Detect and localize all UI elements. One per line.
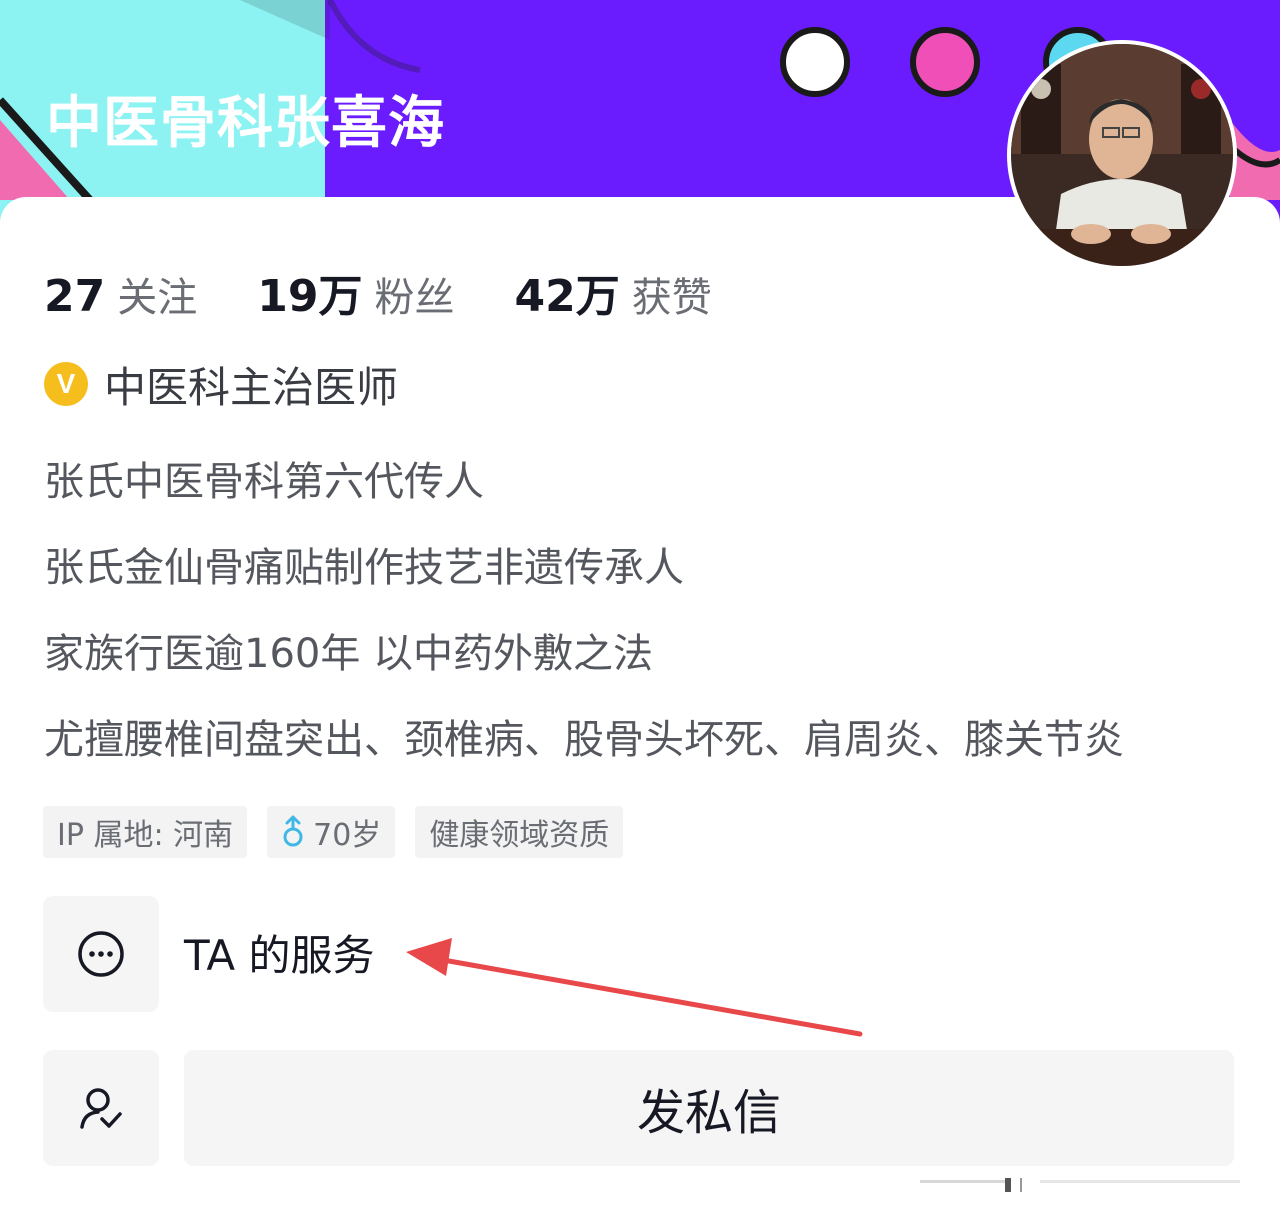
bio-line-2: 张氏金仙骨痛贴制作技艺非遗传承人 bbox=[44, 545, 684, 591]
following-count: 27 bbox=[44, 271, 106, 322]
male-icon bbox=[281, 815, 305, 849]
ip-location-tag: IP 属地: 河南 bbox=[43, 806, 248, 858]
verification-row[interactable]: V 中医科主治医师 bbox=[44, 356, 398, 412]
profile-page: 中医骨科张喜海 27 关注 19万 粉丝 42万 获赞 V 中医科主治医师 张氏… bbox=[0, 0, 1280, 1223]
age-tag: 70岁 bbox=[267, 806, 396, 858]
profile-tags: IP 属地: 河南 70岁 健康领域资质 bbox=[43, 806, 643, 858]
stat-followers[interactable]: 19万 粉丝 bbox=[257, 260, 454, 324]
qualification-text: 健康领域资质 bbox=[429, 818, 610, 853]
bio-line-1: 张氏中医骨科第六代传人 bbox=[44, 459, 484, 505]
add-friend-button[interactable] bbox=[43, 1050, 159, 1166]
avatar-image bbox=[1011, 44, 1233, 266]
qualification-tag[interactable]: 健康领域资质 bbox=[415, 806, 624, 858]
avatar[interactable] bbox=[1007, 40, 1237, 270]
watermark bbox=[920, 1178, 1240, 1192]
display-name: 中医骨科张喜海 bbox=[46, 91, 445, 156]
bio-line-4: 尤擅腰椎间盘突出、颈椎病、股骨头坏死、肩周炎、膝关节炎 bbox=[44, 717, 1124, 763]
stats-row: 27 关注 19万 粉丝 42万 获赞 bbox=[44, 260, 772, 323]
stat-following[interactable]: 27 关注 bbox=[44, 265, 197, 323]
verified-badge-icon: V bbox=[44, 362, 88, 406]
more-dots-icon bbox=[78, 931, 124, 977]
likes-label: 获赞 bbox=[631, 275, 712, 321]
following-label: 关注 bbox=[117, 275, 198, 321]
service-button[interactable] bbox=[43, 896, 159, 1012]
verification-title: 中医科主治医师 bbox=[104, 362, 399, 412]
send-message-button[interactable]: 发私信 bbox=[184, 1050, 1234, 1166]
service-label[interactable]: TA 的服务 bbox=[184, 928, 374, 984]
followers-label: 粉丝 bbox=[374, 275, 455, 321]
bio-line-3: 家族行医逾160年 以中药外敷之法 bbox=[44, 631, 654, 677]
ip-location-text: IP 属地: 河南 bbox=[57, 818, 234, 853]
age-text: 70岁 bbox=[313, 818, 382, 853]
likes-count: 42万 bbox=[514, 271, 620, 322]
send-message-label: 发私信 bbox=[636, 1085, 781, 1141]
stat-likes[interactable]: 42万 获赞 bbox=[514, 260, 711, 324]
add-friend-icon bbox=[80, 1088, 122, 1129]
followers-count: 19万 bbox=[257, 271, 363, 322]
